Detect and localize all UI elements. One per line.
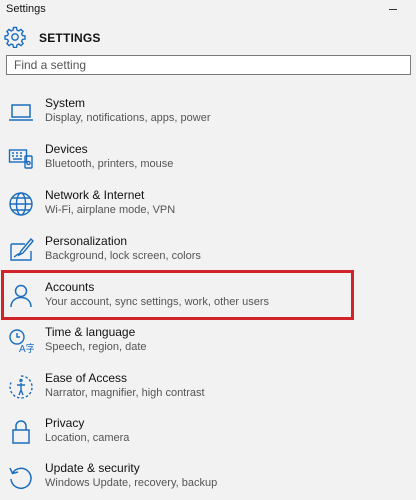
window-title: Settings — [6, 3, 46, 15]
settings-item-description: Speech, region, date — [45, 341, 147, 353]
update-icon — [8, 464, 34, 490]
settings-item-description: Display, notifications, apps, power — [45, 112, 211, 124]
keyboard-icon — [8, 145, 34, 171]
svg-text:A字: A字 — [19, 342, 34, 354]
settings-item-label: Devices — [45, 142, 88, 156]
highlight-box — [1, 270, 354, 320]
settings-item-devices[interactable]: Devices Bluetooth, printers, mouse — [0, 137, 416, 181]
settings-item-privacy[interactable]: Privacy Location, camera — [0, 411, 416, 455]
settings-item-label: Update & security — [45, 461, 140, 475]
settings-item-time-language[interactable]: A字 Time & language Speech, region, date — [0, 320, 416, 364]
ease-of-access-icon — [8, 374, 34, 400]
time-language-icon: A字 — [8, 328, 34, 354]
settings-item-description: Bluetooth, printers, mouse — [45, 158, 174, 170]
laptop-icon — [8, 99, 34, 125]
page-title: SETTINGS — [39, 31, 101, 45]
settings-item-label: Personalization — [45, 234, 128, 248]
settings-item-system[interactable]: System Display, notifications, apps, pow… — [0, 91, 416, 135]
settings-item-label: Privacy — [45, 416, 85, 430]
settings-item-update-security[interactable]: Update & security Windows Update, recove… — [0, 456, 416, 500]
settings-item-description: Narrator, magnifier, high contrast — [45, 387, 205, 399]
settings-item-description: Wi-Fi, airplane mode, VPN — [45, 204, 176, 216]
settings-item-ease-of-access[interactable]: Ease of Access Narrator, magnifier, high… — [0, 366, 416, 410]
gear-icon — [4, 26, 26, 48]
lock-icon — [8, 419, 34, 445]
search-input[interactable] — [7, 56, 410, 74]
settings-item-network[interactable]: Network & Internet Wi-Fi, airplane mode,… — [0, 183, 416, 227]
settings-item-label: Ease of Access — [45, 371, 128, 385]
globe-icon — [8, 191, 34, 217]
settings-item-personalization[interactable]: Personalization Background, lock screen,… — [0, 229, 416, 273]
settings-item-description: Background, lock screen, colors — [45, 250, 201, 262]
title-bar: Settings — [0, 0, 416, 20]
paintbrush-icon — [8, 237, 34, 263]
minimize-button[interactable] — [386, 2, 402, 16]
search-box[interactable] — [6, 55, 411, 75]
settings-item-label: Time & language — [45, 325, 136, 339]
settings-item-description: Windows Update, recovery, backup — [45, 477, 218, 489]
settings-header: SETTINGS — [0, 24, 416, 52]
settings-item-description: Location, camera — [45, 432, 130, 444]
settings-item-label: Network & Internet — [45, 188, 145, 202]
settings-item-label: System — [45, 96, 86, 110]
